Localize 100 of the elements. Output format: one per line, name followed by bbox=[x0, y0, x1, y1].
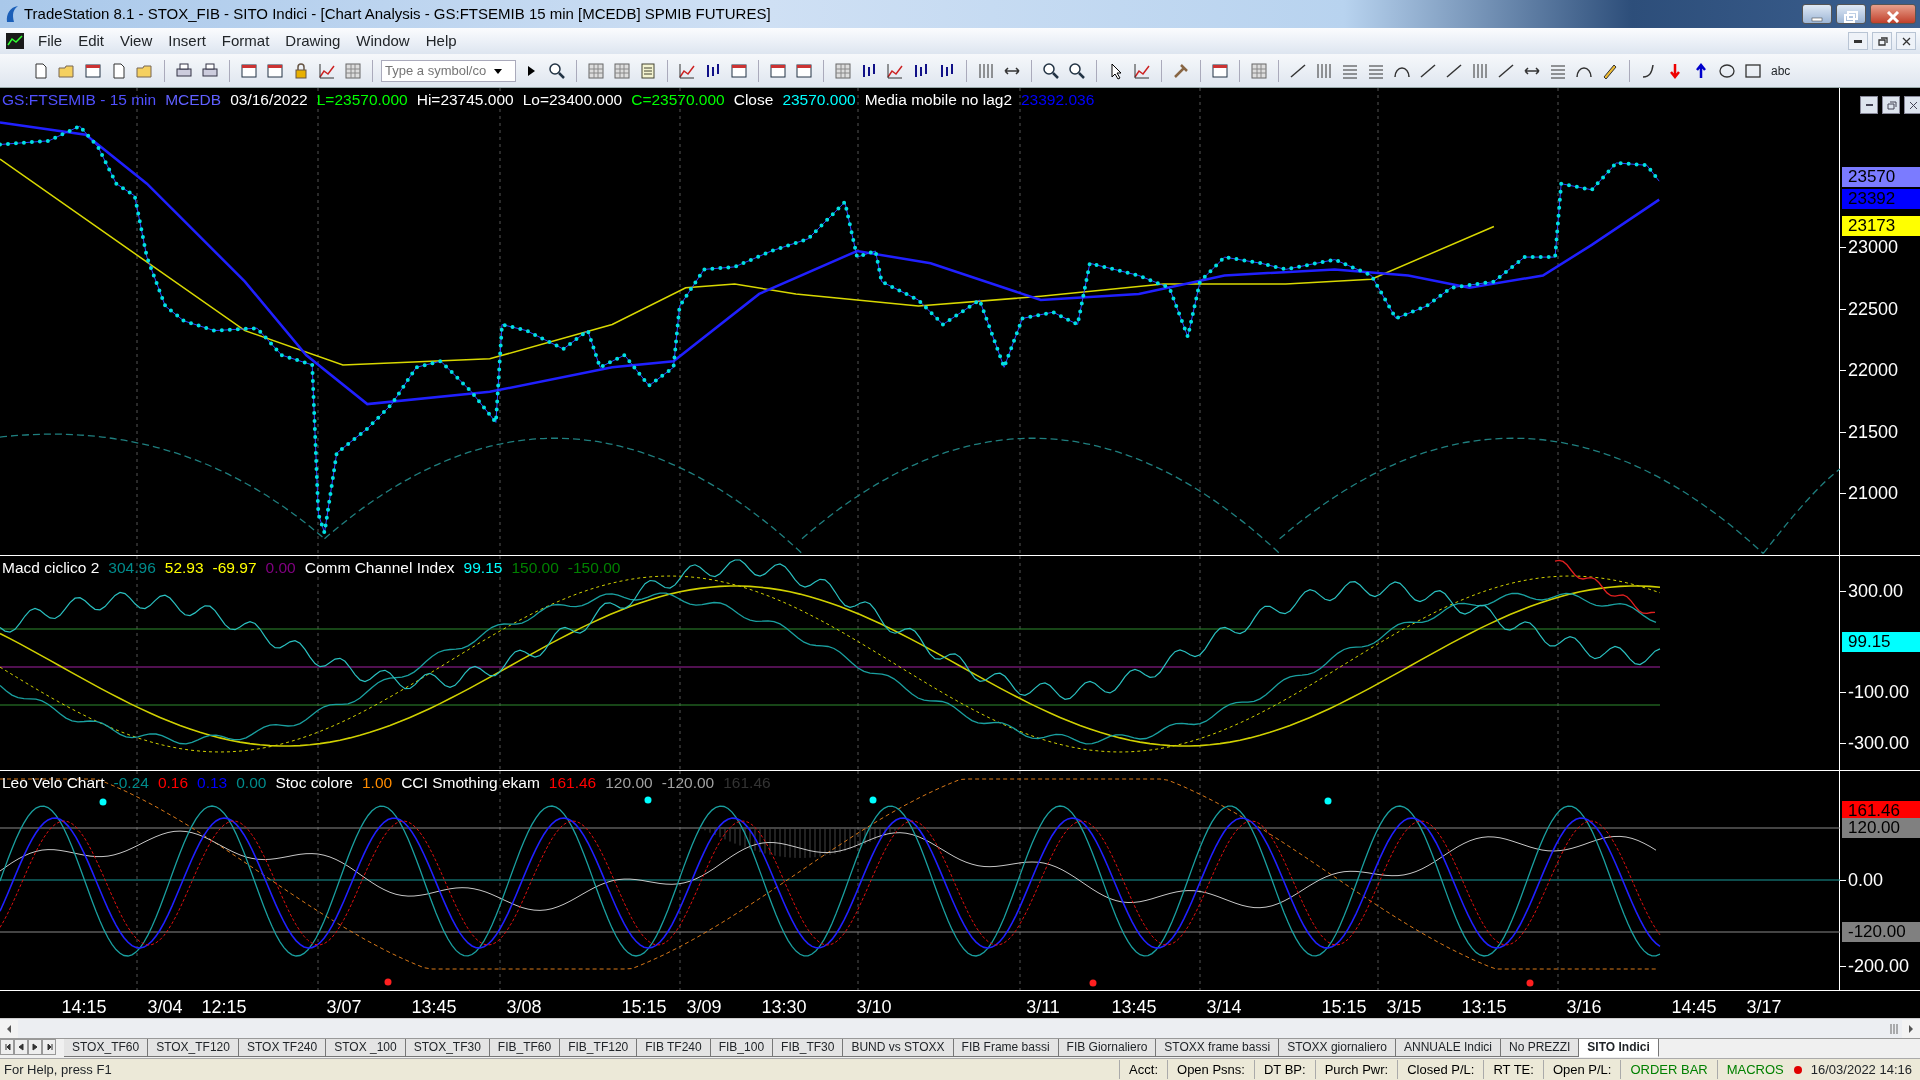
text-tool[interactable]: abc bbox=[1768, 61, 1794, 80]
sheet-tab[interactable]: FIB_TF30 bbox=[773, 1039, 844, 1057]
line-icon[interactable] bbox=[1445, 61, 1463, 80]
bars-icon[interactable] bbox=[938, 61, 956, 80]
tab-scroll-button[interactable] bbox=[0, 1039, 14, 1055]
maximize-button[interactable] bbox=[1836, 4, 1866, 24]
line-icon[interactable] bbox=[1289, 61, 1307, 80]
sheet-tab[interactable]: SITO Indici bbox=[1579, 1039, 1659, 1057]
chart-icon[interactable] bbox=[678, 61, 696, 80]
sheet-tab[interactable]: STOX_TF30 bbox=[405, 1039, 490, 1057]
scroll-right-button[interactable] bbox=[1902, 1019, 1920, 1038]
legend-value: Comm Channel Index bbox=[304, 558, 455, 578]
sheet-tab[interactable]: FIB_100 bbox=[710, 1039, 774, 1057]
symbol-field[interactable]: Type a symbol/co bbox=[381, 59, 516, 82]
window-icon[interactable] bbox=[769, 61, 787, 80]
ellipse-icon[interactable] bbox=[1718, 61, 1736, 80]
menu-item[interactable]: File bbox=[30, 29, 71, 53]
sheet-tab[interactable]: STOX_TF60 bbox=[64, 1039, 149, 1057]
grid-icon[interactable] bbox=[613, 61, 631, 80]
menu-item[interactable]: Insert bbox=[160, 29, 214, 53]
chart-icon[interactable] bbox=[1133, 61, 1151, 80]
menu-item[interactable]: Format bbox=[213, 29, 278, 53]
sheet-tab[interactable]: FIB_TF60 bbox=[489, 1039, 561, 1057]
document-icon[interactable] bbox=[32, 61, 50, 80]
chart-minimize-button[interactable] bbox=[1860, 96, 1878, 114]
sheet-tab[interactable]: FIB_TF120 bbox=[560, 1039, 638, 1057]
scroll-left-button[interactable] bbox=[0, 1019, 18, 1038]
time-label: 3/04 bbox=[147, 996, 183, 1019]
legend-value: -0.24 bbox=[113, 773, 149, 793]
signal-dot bbox=[644, 796, 652, 804]
grid-icon[interactable] bbox=[834, 61, 852, 80]
menu-item[interactable]: Edit bbox=[70, 29, 113, 53]
grid-icon[interactable] bbox=[587, 61, 605, 80]
sheet-tab[interactable]: FIB TF240 bbox=[637, 1039, 711, 1057]
signal-dot bbox=[1324, 797, 1332, 805]
menu-item[interactable]: Help bbox=[417, 29, 465, 53]
sheet-tab[interactable]: FIB Frame bassi bbox=[953, 1039, 1059, 1057]
sheet-tab[interactable]: STOXX giornaliero bbox=[1279, 1039, 1396, 1057]
sheet-tab[interactable]: BUND vs STOXX bbox=[843, 1039, 954, 1057]
close-button[interactable] bbox=[1870, 4, 1916, 24]
tab-scroll-button[interactable] bbox=[28, 1039, 42, 1055]
sheet-tab[interactable]: STOX_TF120 bbox=[148, 1039, 239, 1057]
window-icon[interactable] bbox=[730, 61, 748, 80]
lock-icon[interactable] bbox=[292, 61, 310, 80]
window-icon[interactable] bbox=[84, 61, 102, 80]
mdi-minimize-button[interactable] bbox=[1848, 32, 1868, 50]
legend-value: 120.00 bbox=[605, 773, 653, 793]
magnifier-icon[interactable] bbox=[1068, 61, 1086, 80]
sheet-tab[interactable]: No PREZZI bbox=[1501, 1039, 1580, 1057]
magnifier-icon[interactable] bbox=[548, 61, 566, 80]
tab-scroll-button[interactable] bbox=[42, 1039, 56, 1055]
menu-item[interactable]: View bbox=[112, 29, 161, 53]
calculator-icon[interactable] bbox=[639, 61, 657, 80]
legend-value: -150.00 bbox=[567, 558, 621, 578]
sheet-tab[interactable]: STOX _100 bbox=[326, 1039, 406, 1057]
mdi-restore-button[interactable] bbox=[1872, 32, 1892, 50]
rectangle-icon[interactable] bbox=[1744, 61, 1762, 80]
time-label: 3/15 bbox=[1386, 996, 1422, 1019]
chart-icon[interactable] bbox=[318, 61, 336, 80]
line-icon[interactable] bbox=[1419, 61, 1437, 80]
tab-scroll-button[interactable] bbox=[14, 1039, 28, 1055]
window-icon[interactable] bbox=[240, 61, 258, 80]
document-icon[interactable] bbox=[110, 61, 128, 80]
sheet-tab[interactable]: FIB Giornaliero bbox=[1058, 1039, 1157, 1057]
mdi-close-button[interactable] bbox=[1896, 32, 1916, 50]
magnifier-icon[interactable] bbox=[1042, 61, 1060, 80]
bars-icon[interactable] bbox=[704, 61, 722, 80]
menu-item[interactable]: Window bbox=[348, 29, 418, 53]
status-field: Closed P/L: bbox=[1397, 1059, 1484, 1080]
time-label: 13:15 bbox=[1461, 996, 1507, 1019]
minimize-button[interactable] bbox=[1802, 4, 1832, 24]
time-label: 3/10 bbox=[856, 996, 892, 1019]
time-label: 13:30 bbox=[761, 996, 807, 1019]
sheet-tab[interactable]: STOXX frame bassi bbox=[1156, 1039, 1280, 1057]
help-text: For Help, press F1 bbox=[3, 1060, 113, 1079]
printer-icon[interactable] bbox=[201, 61, 219, 80]
time-label: 13:45 bbox=[411, 996, 457, 1019]
time-label: 13:45 bbox=[1111, 996, 1157, 1019]
chart-icon[interactable] bbox=[886, 61, 904, 80]
vertical-lines-icon[interactable] bbox=[1471, 61, 1489, 80]
menu-item[interactable]: Drawing bbox=[277, 29, 349, 53]
status-field: MACROS bbox=[1716, 1059, 1793, 1080]
vertical-lines-icon[interactable] bbox=[1315, 61, 1333, 80]
window-icon[interactable] bbox=[266, 61, 284, 80]
sheet-tab[interactable]: ANNUALE Indici bbox=[1395, 1039, 1501, 1057]
window-icon[interactable] bbox=[795, 61, 813, 80]
grid-icon[interactable] bbox=[344, 61, 362, 80]
clock-text: 16/03/2022 14:16 bbox=[1809, 1060, 1913, 1079]
bars-icon[interactable] bbox=[860, 61, 878, 80]
chart-close-button[interactable] bbox=[1904, 96, 1920, 114]
bars-icon[interactable] bbox=[912, 61, 930, 80]
window-icon[interactable] bbox=[1211, 61, 1229, 80]
line-icon[interactable] bbox=[1497, 61, 1515, 80]
legend-value: Stoc colore bbox=[275, 773, 353, 793]
grid-icon[interactable] bbox=[1250, 61, 1268, 80]
sheet-tab[interactable]: STOX TF240 bbox=[238, 1039, 327, 1057]
printer-icon[interactable] bbox=[175, 61, 193, 80]
hammer-icon[interactable] bbox=[1172, 61, 1190, 80]
vertical-lines-icon[interactable] bbox=[977, 61, 995, 80]
axis-label: 21000 bbox=[1848, 484, 1899, 502]
